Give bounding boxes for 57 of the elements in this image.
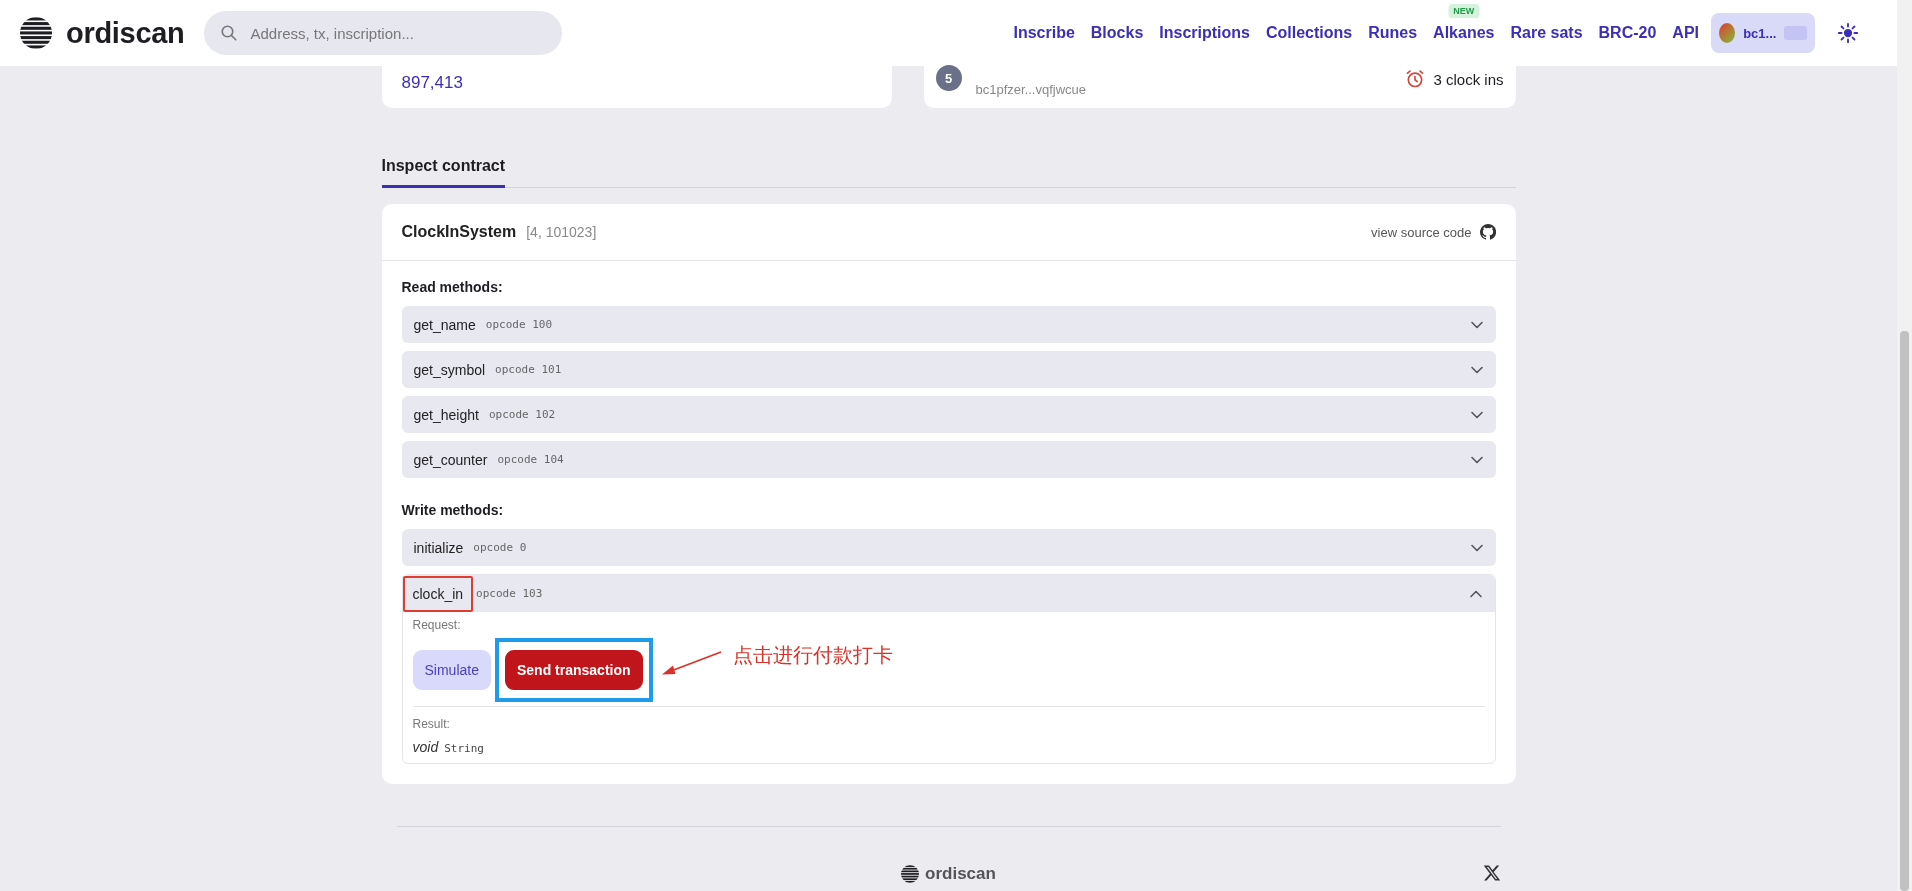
method-row[interactable]: get_height opcode 102 xyxy=(401,396,1496,433)
opcode-label: opcode 103 xyxy=(476,587,543,600)
contract-id: [4, 101023] xyxy=(526,224,597,240)
result-value: String xyxy=(444,742,484,755)
nav-link[interactable]: Blocks xyxy=(1090,24,1144,41)
result-type: void xyxy=(412,739,439,755)
nav-link[interactable]: Inscribe xyxy=(1013,24,1075,41)
search-field[interactable]: Address, tx, inscription... xyxy=(204,11,563,55)
section-title: Read methods: xyxy=(401,279,504,295)
method-name: clock_in xyxy=(412,585,464,602)
method-row[interactable]: clock_in opcode 103 xyxy=(402,575,1495,612)
view-source-link[interactable]: view source code xyxy=(1371,224,1472,240)
tab[interactable]: Inspect contract xyxy=(381,157,506,188)
method-row[interactable]: get_counter opcode 104 xyxy=(401,441,1496,478)
nav-link[interactable]: Runes xyxy=(1368,24,1418,41)
method-row[interactable]: get_name opcode 100 xyxy=(401,306,1496,343)
nav-link[interactable]: BRC-20 xyxy=(1598,24,1657,41)
result-label: Result: xyxy=(412,717,451,731)
nav-link[interactable]: Collections xyxy=(1265,24,1353,41)
send-transaction-button[interactable]: Send transaction xyxy=(504,650,643,690)
nav-link[interactable]: Alkanes xyxy=(1433,24,1495,41)
annotation-text: 点击进行付款打卡 xyxy=(732,642,893,668)
simulate-button[interactable]: Simulate xyxy=(412,650,491,690)
nav-link[interactable]: Rare sats xyxy=(1510,24,1583,41)
deploy-block-value[interactable]: 897,413 xyxy=(401,73,463,101)
nav-link[interactable]: Inscriptions xyxy=(1159,24,1250,41)
method-name: get_symbol xyxy=(413,361,486,378)
scrollbar[interactable] xyxy=(1897,0,1912,891)
alarm-clock-icon xyxy=(1405,69,1426,89)
rank-badge: 5 xyxy=(935,65,962,91)
footer-logo-icon xyxy=(901,865,920,883)
sun-icon[interactable] xyxy=(1837,22,1859,44)
opcode-label: opcode 101 xyxy=(495,363,562,376)
opcode-label: opcode 100 xyxy=(485,318,552,331)
logo-text[interactable]: ordiscan xyxy=(66,16,185,50)
footer-logo-text[interactable]: ordiscan xyxy=(925,864,996,884)
opcode-label: opcode 104 xyxy=(497,453,564,466)
method-name: get_height xyxy=(413,406,479,423)
new-badge: NEW xyxy=(1448,4,1480,18)
github-icon[interactable] xyxy=(1479,224,1496,240)
opcode-label: opcode 0 xyxy=(473,541,527,554)
section-title: Write methods: xyxy=(401,502,505,518)
wallet-button[interactable]: bc1... xyxy=(1711,13,1815,53)
logo-icon xyxy=(20,17,52,49)
method-name: get_name xyxy=(413,316,476,333)
request-label: Request: xyxy=(412,618,462,632)
clock-ins-count: 3 clock ins xyxy=(1433,70,1504,88)
method-row[interactable]: initialize opcode 0 xyxy=(401,529,1496,566)
method-name: get_counter xyxy=(413,451,488,468)
contract-name: ClockInSystem xyxy=(401,223,517,241)
method-row[interactable]: get_symbol opcode 101 xyxy=(401,351,1496,388)
nav-link[interactable]: API xyxy=(1672,24,1699,41)
annotation-arrow xyxy=(660,649,723,677)
address-text: bc1pfzer...vqfjwcue xyxy=(975,80,1087,97)
method-name: initialize xyxy=(413,539,464,556)
opcode-label: opcode 102 xyxy=(488,408,556,421)
x-logo-icon[interactable] xyxy=(1482,864,1501,882)
